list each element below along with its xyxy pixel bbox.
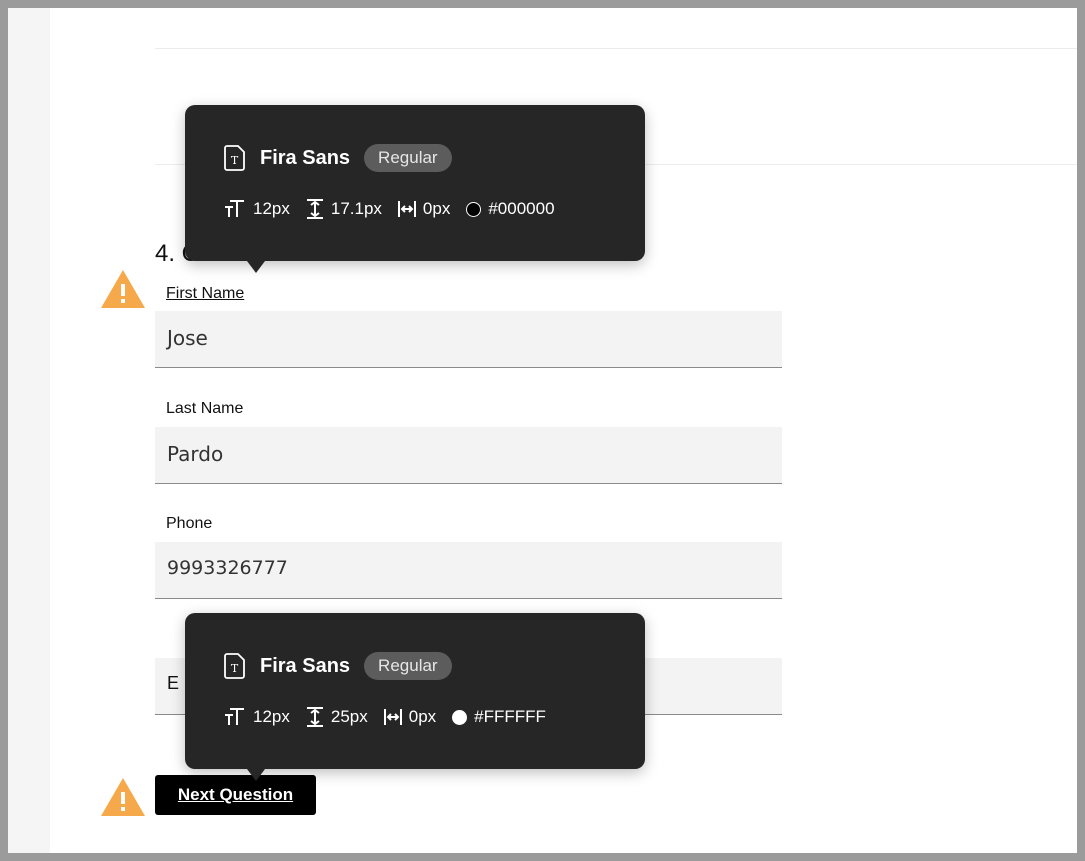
phone-value: 9993326777 xyxy=(167,557,288,579)
line-height-icon xyxy=(306,199,323,219)
phone-label: Phone xyxy=(166,515,213,532)
line-height-icon xyxy=(306,707,323,727)
color-hex-value: #000000 xyxy=(488,199,555,218)
font-inspector-tooltip: T Fira Sans Regular 12px 25px 0px #FFFFF… xyxy=(185,613,645,781)
color-swatch xyxy=(452,709,468,725)
tooltip-arrow xyxy=(247,261,265,273)
font-style-badge: Regular xyxy=(364,652,452,680)
font-size-icon xyxy=(225,708,244,725)
left-margin xyxy=(8,8,50,853)
last-name-value: Pardo xyxy=(167,442,224,466)
last-name-field[interactable]: Pardo xyxy=(155,427,782,484)
first-name-field[interactable]: Jose xyxy=(155,311,782,368)
first-name-value: Jose xyxy=(167,326,208,350)
line-height-value: 25px xyxy=(330,707,368,726)
letter-spacing-icon xyxy=(397,201,416,217)
warning-icon xyxy=(101,270,145,308)
tooltip-arrow xyxy=(247,769,265,781)
letter-spacing-value: 0px xyxy=(408,707,437,726)
phone-field[interactable]: 9993326777 xyxy=(155,542,782,599)
letter-spacing-value: 0px xyxy=(422,199,451,218)
font-name: Fira Sans xyxy=(260,146,351,169)
next-question-button[interactable]: Next Question xyxy=(155,775,316,815)
letter-spacing-icon xyxy=(383,709,402,725)
last-name-label: Last Name xyxy=(166,400,244,417)
font-file-icon: T xyxy=(224,653,245,679)
font-inspector-tooltip: T Fira Sans Regular 12px 17.1px 0px #000… xyxy=(185,105,645,273)
svg-text:T: T xyxy=(231,662,239,675)
first-name-label: First Name xyxy=(166,285,245,302)
font-style-badge: Regular xyxy=(364,144,452,172)
divider xyxy=(155,48,1077,49)
line-height-value: 17.1px xyxy=(330,199,382,218)
font-size-icon xyxy=(225,200,244,217)
font-name: Fira Sans xyxy=(260,654,351,677)
color-hex-value: #FFFFFF xyxy=(474,707,546,726)
font-size-value: 12px xyxy=(253,199,290,218)
email-label-partial: E xyxy=(167,673,180,693)
font-file-icon: T xyxy=(224,145,245,171)
warning-icon xyxy=(101,778,145,816)
svg-text:T: T xyxy=(231,154,239,167)
color-swatch xyxy=(466,201,482,217)
font-size-value: 12px xyxy=(253,707,290,726)
